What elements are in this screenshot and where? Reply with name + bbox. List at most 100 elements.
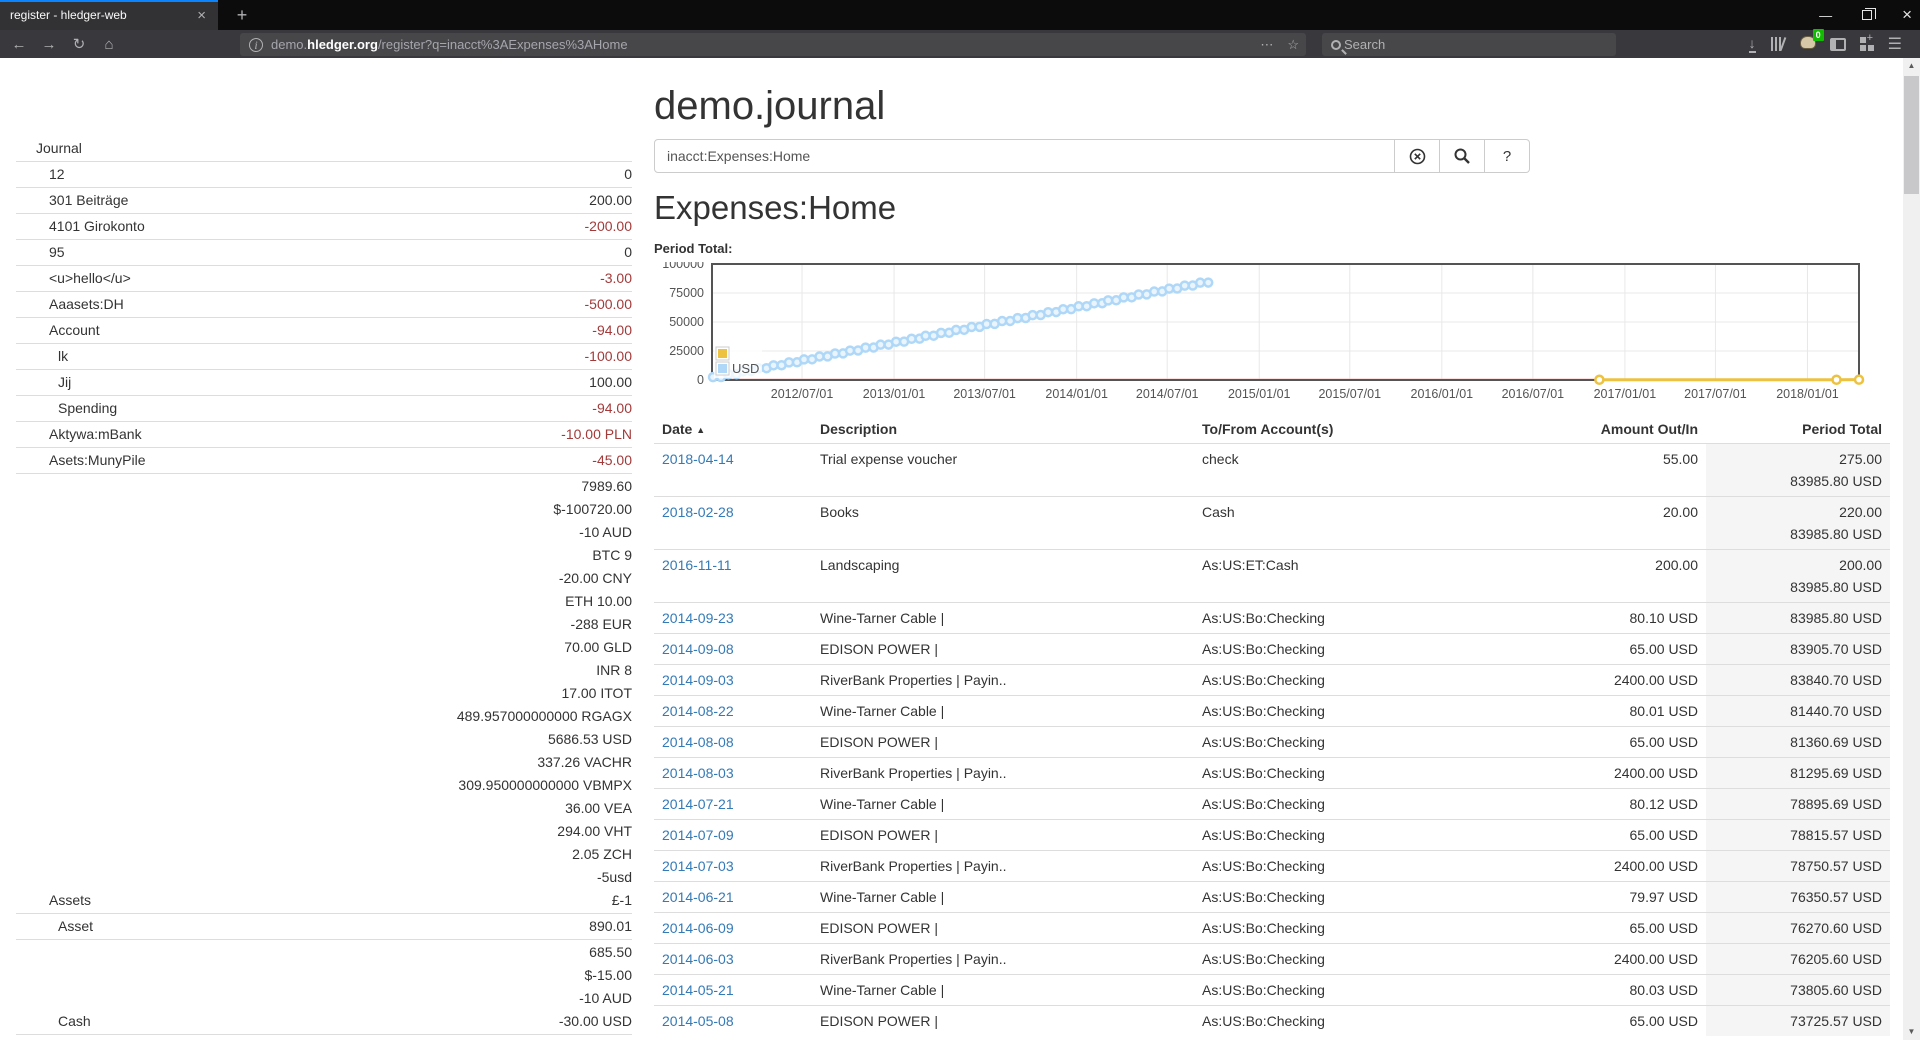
transaction-row[interactable]: 2014-07-03RiverBank Properties | Payin..… xyxy=(654,851,1890,882)
account-link[interactable]: Aktywa:mBank xyxy=(16,423,142,446)
extension-icon[interactable]: 0 xyxy=(1800,36,1816,52)
transaction-row[interactable]: 2014-05-21Wine-Tarner Cable |As:US:Bo:Ch… xyxy=(654,975,1890,1006)
query-input[interactable] xyxy=(654,139,1395,173)
column-header-date[interactable]: Date ▲ xyxy=(654,416,812,444)
transaction-date-link[interactable]: 2014-09-23 xyxy=(662,610,734,626)
transaction-row[interactable]: 2014-09-03RiverBank Properties | Payin..… xyxy=(654,665,1890,696)
account-link[interactable]: <u>hello</u> xyxy=(16,267,131,290)
sidebar-account-row: 950 xyxy=(16,240,632,266)
transaction-row[interactable]: 2016-11-11LandscapingAs:US:ET:Cash200.00… xyxy=(654,550,1890,603)
transaction-row[interactable]: 2018-02-28BooksCash20.00220.0083985.80 U… xyxy=(654,497,1890,550)
transaction-date-link[interactable]: 2014-05-08 xyxy=(662,1013,734,1029)
sidebar-account-row: Jij100.00 xyxy=(16,370,632,396)
home-icon[interactable]: ⌂ xyxy=(94,36,124,53)
transaction-account: As:US:Bo:Checking xyxy=(1194,789,1534,820)
account-link[interactable]: Asset xyxy=(16,915,93,938)
extensions-grid-icon[interactable] xyxy=(1860,37,1874,51)
help-button[interactable]: ? xyxy=(1485,139,1530,173)
window-close-button[interactable]: × xyxy=(1902,5,1912,25)
transaction-date-link[interactable]: 2014-06-09 xyxy=(662,920,734,936)
restore-button[interactable] xyxy=(1862,10,1872,20)
transaction-row[interactable]: 2014-05-08EDISON POWER |As:US:Bo:Checkin… xyxy=(654,1006,1890,1037)
column-header-account[interactable]: To/From Account(s) xyxy=(1194,416,1534,444)
column-header-period-total[interactable]: Period Total xyxy=(1706,416,1890,444)
transaction-row[interactable]: 2014-06-03RiverBank Properties | Payin..… xyxy=(654,944,1890,975)
transaction-date-link[interactable]: 2014-08-03 xyxy=(662,765,734,781)
tab-bar: register - hledger-web × + — × xyxy=(0,0,1920,30)
account-link[interactable]: 301 Beiträge xyxy=(16,189,128,212)
sidebar-account-row: Assets7989.60$-100720.00-10 AUDBTC 9-20.… xyxy=(16,474,632,914)
account-link[interactable]: lk xyxy=(16,345,68,368)
journal-link[interactable]: Journal xyxy=(16,137,82,160)
clear-query-button[interactable] xyxy=(1395,139,1440,173)
account-link[interactable]: Jij xyxy=(16,371,71,394)
new-tab-button[interactable]: + xyxy=(228,2,256,30)
transaction-date-link[interactable]: 2014-08-08 xyxy=(662,734,734,750)
minimize-button[interactable]: — xyxy=(1819,8,1832,23)
transaction-date-link[interactable]: 2018-04-14 xyxy=(662,451,734,467)
account-link[interactable]: 12 xyxy=(16,163,65,186)
transaction-date-link[interactable]: 2014-08-22 xyxy=(662,703,734,719)
transaction-date-link[interactable]: 2014-07-03 xyxy=(662,858,734,874)
page-scrollbar[interactable]: ▲ ▼ xyxy=(1903,58,1920,1040)
transaction-date-link[interactable]: 2014-06-21 xyxy=(662,889,734,905)
account-link[interactable]: Account xyxy=(16,319,100,342)
bookmark-star-icon[interactable]: ☆ xyxy=(1280,37,1306,53)
transaction-row[interactable]: 2014-09-08EDISON POWER |As:US:Bo:Checkin… xyxy=(654,634,1890,665)
reload-icon[interactable]: ↻ xyxy=(64,35,94,53)
back-icon[interactable]: ← xyxy=(4,36,34,53)
account-link[interactable]: Aaasets:DH xyxy=(16,293,124,316)
transaction-row[interactable]: 2014-09-23Wine-Tarner Cable |As:US:Bo:Ch… xyxy=(654,603,1890,634)
browser-tab[interactable]: register - hledger-web × xyxy=(0,0,218,30)
search-button[interactable] xyxy=(1440,139,1485,173)
account-balance: -500.00 xyxy=(124,293,632,316)
url-subdomain: demo. xyxy=(271,37,307,52)
svg-text:2016/07/01: 2016/07/01 xyxy=(1502,387,1565,401)
column-header-description[interactable]: Description xyxy=(812,416,1194,444)
transaction-date-link[interactable]: 2014-09-08 xyxy=(662,641,734,657)
account-link[interactable]: Spending xyxy=(16,397,117,420)
browser-search-input[interactable] xyxy=(1344,37,1564,52)
account-balance: 100.00 xyxy=(71,371,632,394)
scroll-down-icon[interactable]: ▼ xyxy=(1903,1024,1920,1040)
transaction-row[interactable]: 2014-06-09EDISON POWER |As:US:Bo:Checkin… xyxy=(654,913,1890,944)
transaction-date-link[interactable]: 2014-05-21 xyxy=(662,982,734,998)
url-bar[interactable]: i demo.hledger.org/register?q=inacct%3AE… xyxy=(240,33,1306,56)
sidebar-account-row: 120 xyxy=(16,162,632,188)
transaction-row[interactable]: 2014-08-22Wine-Tarner Cable |As:US:Bo:Ch… xyxy=(654,696,1890,727)
browser-search-box[interactable] xyxy=(1322,33,1616,56)
transaction-row[interactable]: 2014-08-08EDISON POWER |As:US:Bo:Checkin… xyxy=(654,727,1890,758)
forward-icon[interactable]: → xyxy=(34,36,64,53)
transaction-date-link[interactable]: 2016-11-11 xyxy=(662,557,732,573)
account-link[interactable]: Cash xyxy=(16,1010,91,1033)
transaction-row[interactable]: 2014-08-03RiverBank Properties | Payin..… xyxy=(654,758,1890,789)
transaction-row[interactable]: 2014-07-09EDISON POWER |As:US:Bo:Checkin… xyxy=(654,820,1890,851)
scroll-up-icon[interactable]: ▲ xyxy=(1903,58,1920,74)
transaction-account: As:US:Bo:Checking xyxy=(1194,820,1534,851)
transaction-date-link[interactable]: 2014-09-03 xyxy=(662,672,734,688)
account-link[interactable]: Asets:MunyPile xyxy=(16,449,145,472)
account-link[interactable]: 4101 Girokonto xyxy=(16,215,145,238)
library-icon[interactable] xyxy=(1770,37,1786,51)
column-header-amount[interactable]: Amount Out/In xyxy=(1534,416,1706,444)
sidebar-toggle-icon[interactable] xyxy=(1830,38,1846,51)
account-balance: 0 xyxy=(65,241,632,264)
tab-close-icon[interactable]: × xyxy=(193,7,210,24)
transaction-row[interactable]: 2014-06-21Wine-Tarner Cable |As:US:Bo:Ch… xyxy=(654,882,1890,913)
transaction-date-link[interactable]: 2014-07-09 xyxy=(662,827,734,843)
scrollbar-thumb[interactable] xyxy=(1904,76,1919,194)
page-actions-icon[interactable]: ⋯ xyxy=(1253,37,1280,53)
downloads-icon[interactable]: ↓ xyxy=(1749,35,1756,53)
transaction-date-link[interactable]: 2014-06-03 xyxy=(662,951,734,967)
transaction-period-total: 81440.70 USD xyxy=(1706,696,1890,727)
transaction-date-link[interactable]: 2018-02-28 xyxy=(662,504,734,520)
svg-text:2018/01/01: 2018/01/01 xyxy=(1776,387,1839,401)
site-info-icon[interactable]: i xyxy=(249,38,263,52)
transaction-date-link[interactable]: 2014-07-21 xyxy=(662,796,734,812)
svg-text:2017/01/01: 2017/01/01 xyxy=(1594,387,1657,401)
transaction-row[interactable]: 2018-04-14Trial expense vouchercheck55.0… xyxy=(654,444,1890,497)
account-link[interactable]: Assets xyxy=(16,889,91,912)
transaction-row[interactable]: 2014-07-21Wine-Tarner Cable |As:US:Bo:Ch… xyxy=(654,789,1890,820)
menu-icon[interactable]: ☰ xyxy=(1888,34,1902,54)
account-link[interactable]: 95 xyxy=(16,241,65,264)
